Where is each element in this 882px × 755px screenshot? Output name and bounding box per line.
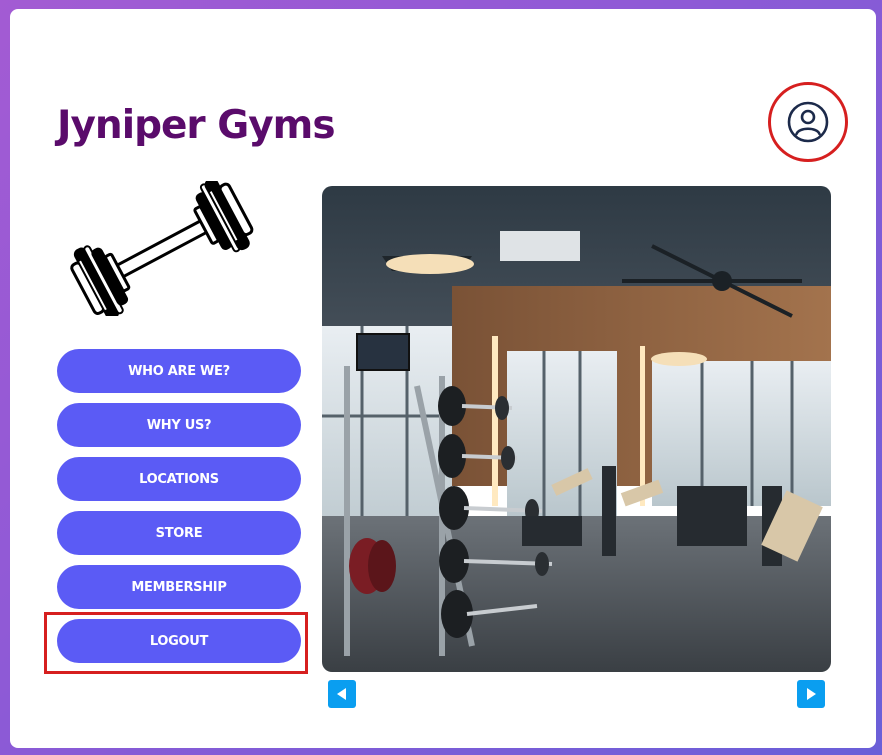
nav-who-are-we-button[interactable]: WHO ARE WE? xyxy=(57,349,301,393)
carousel-prev-button[interactable] xyxy=(328,680,356,708)
gym-interior-photo xyxy=(322,186,831,672)
nav-locations-button[interactable]: LOCATIONS xyxy=(57,457,301,501)
logout-highlight-frame xyxy=(44,612,308,674)
user-circle-icon xyxy=(787,101,829,143)
carousel-next-button[interactable] xyxy=(797,680,825,708)
page-title: Jyniper Gyms xyxy=(57,103,336,148)
triangle-left-icon xyxy=(337,688,346,700)
triangle-right-icon xyxy=(807,688,816,700)
profile-button[interactable] xyxy=(768,82,848,162)
main-card: Jyniper Gyms WHO ARE WE? WHY US? LOCATIO… xyxy=(10,9,876,748)
nav-membership-button[interactable]: MEMBERSHIP xyxy=(57,565,301,609)
nav-why-us-button[interactable]: WHY US? xyxy=(57,403,301,447)
nav-store-button[interactable]: STORE xyxy=(57,511,301,555)
dumbbell-icon xyxy=(68,178,258,320)
